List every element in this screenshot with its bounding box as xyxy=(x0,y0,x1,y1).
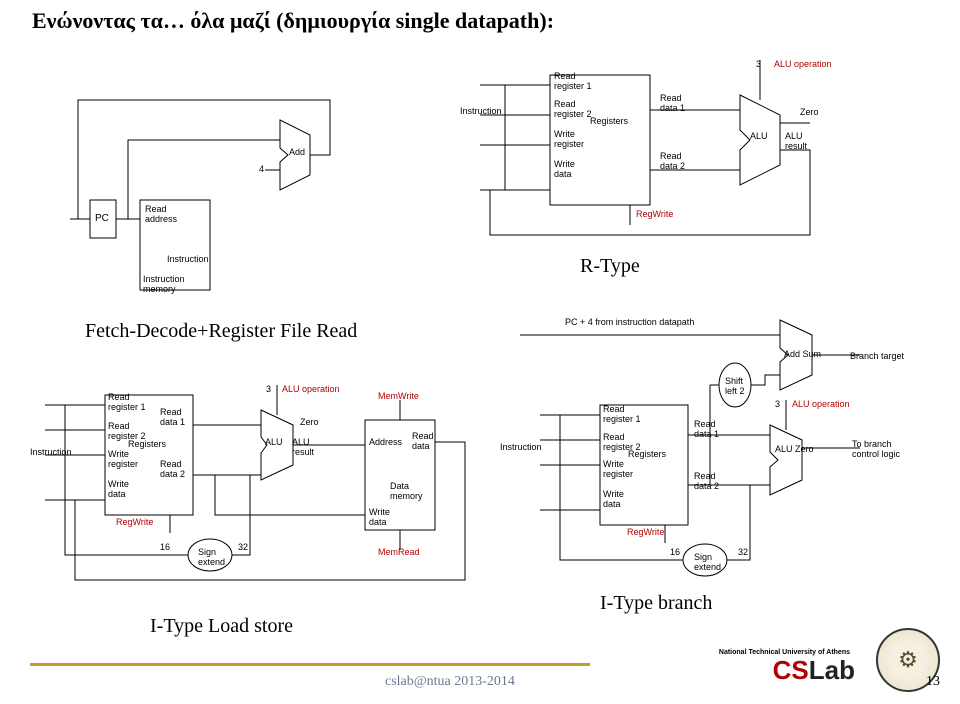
rr1-3: Read register 1 xyxy=(603,405,641,425)
datamem: Data memory xyxy=(390,482,423,502)
signext-2: Sign extend xyxy=(694,553,721,573)
rtype-section-label: R-Type xyxy=(580,255,640,278)
sixteen-2: 16 xyxy=(670,548,680,558)
aluop-2: ALU operation xyxy=(282,385,340,395)
alures-2: ALU result xyxy=(292,438,314,458)
regs-1: Registers xyxy=(590,117,628,127)
sixteen-1: 16 xyxy=(160,543,170,553)
wd-1: Write data xyxy=(554,160,575,180)
instr-2: Instruction xyxy=(30,448,72,458)
rd2-1: Read data 2 xyxy=(660,152,685,172)
cslab-logo: CSLab xyxy=(773,655,855,686)
page-number: 13 xyxy=(926,674,940,690)
branchtgt-label: Branch target xyxy=(850,352,904,362)
wd-mem: Write data xyxy=(369,508,390,528)
load-section-label: I-Type Load store xyxy=(150,615,293,638)
regwrite-2: RegWrite xyxy=(116,518,153,528)
rdata: Read data xyxy=(412,432,434,452)
logo-c: CS xyxy=(773,655,809,685)
rd1-2: Read data 1 xyxy=(160,408,185,428)
three-3: 3 xyxy=(775,400,780,410)
shift-label: Shift left 2 xyxy=(725,377,745,397)
logo-s: Lab xyxy=(809,655,855,685)
regs-3: Registers xyxy=(628,450,666,460)
rd1-3: Read data 1 xyxy=(694,420,719,440)
memwrite: MemWrite xyxy=(378,392,419,402)
rd2-2: Read data 2 xyxy=(160,460,185,480)
fetch-section-label: Fetch-Decode+Register File Read xyxy=(85,320,357,343)
tobranch-label: To branch control logic xyxy=(852,440,900,460)
instr-3: Instruction xyxy=(500,443,542,453)
addr: Address xyxy=(369,438,402,448)
instruction-in-label: Instruction xyxy=(460,107,502,117)
rd2-3: Read data 2 xyxy=(694,472,719,492)
thirtytwo-2: 32 xyxy=(738,548,748,558)
signext-1: Sign extend xyxy=(198,548,225,568)
aluop-3: ALU operation xyxy=(792,400,850,410)
zero-1: Zero xyxy=(800,108,819,118)
wr-1: Write register xyxy=(554,130,584,150)
footer-divider xyxy=(30,663,590,666)
add-label-1: Add xyxy=(289,148,305,158)
rr1-2: Read register 1 xyxy=(108,393,146,413)
fetch-diagram xyxy=(70,100,360,300)
alu-1: ALU xyxy=(750,132,768,142)
alu-2: ALU xyxy=(265,438,283,448)
zero-2: Zero xyxy=(300,418,319,428)
pc-label: PC xyxy=(95,213,109,224)
rd1-1: Read data 1 xyxy=(660,94,685,114)
memread: MemRead xyxy=(378,548,420,558)
wr-3: Write register xyxy=(603,460,633,480)
wr-2: Write register xyxy=(108,450,138,470)
pc4-label: PC + 4 from instruction datapath xyxy=(565,318,694,328)
rr2-1: Read register 2 xyxy=(554,100,592,120)
four-label: 4 xyxy=(259,165,264,175)
read-addr-label: Read address xyxy=(145,205,177,225)
page-title: Ενώνοντας τα… όλα μαζί (δημιουργία singl… xyxy=(32,8,554,34)
regwrite-3: RegWrite xyxy=(627,528,664,538)
instruction-out-label: Instruction xyxy=(167,255,209,265)
regs-2: Registers xyxy=(128,440,166,450)
wd-3: Write data xyxy=(603,490,624,510)
regwrite-1: RegWrite xyxy=(636,210,673,220)
footer-course: cslab@ntua 2013-2014 xyxy=(385,674,515,690)
wd-2: Write data xyxy=(108,480,129,500)
thirtytwo-1: 32 xyxy=(238,543,248,553)
rr1-1: Read register 1 xyxy=(554,72,592,92)
aluop-1: ALU operation xyxy=(774,60,832,70)
three-1: 3 xyxy=(756,60,761,70)
aluzero: ALU Zero xyxy=(775,445,814,455)
three-2: 3 xyxy=(266,385,271,395)
branch-section-label: I-Type branch xyxy=(600,592,712,615)
alures-1: ALU result xyxy=(785,132,807,152)
addsum-label: Add Sum xyxy=(784,350,821,360)
instruction-memory-label: Instruction memory xyxy=(143,275,185,295)
